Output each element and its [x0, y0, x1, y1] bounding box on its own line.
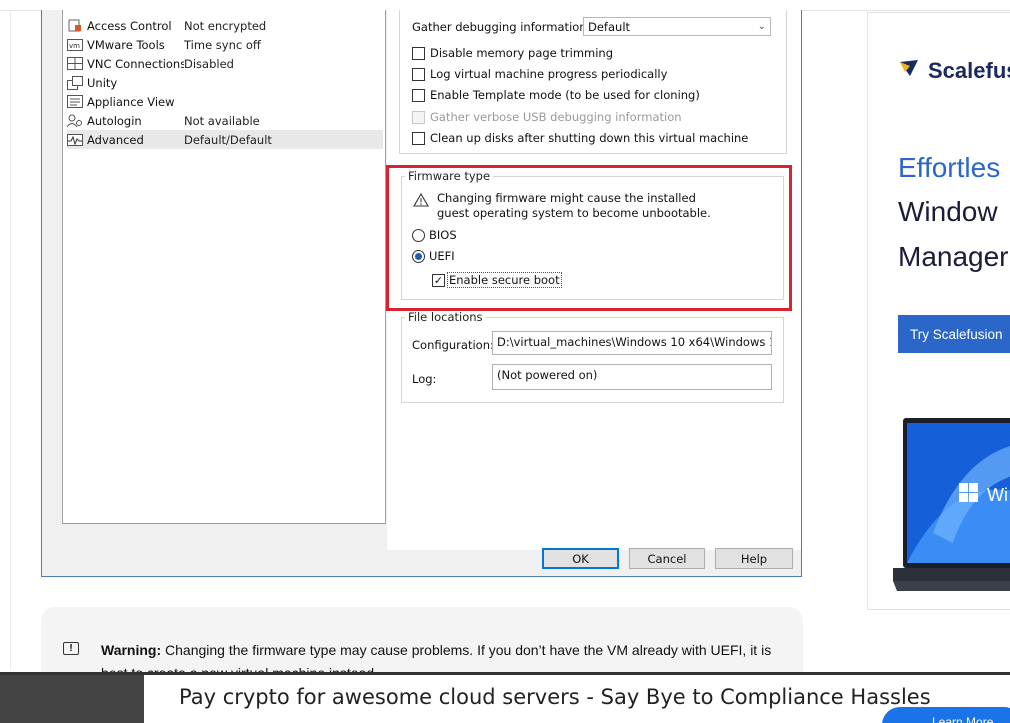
ok-button[interactable]: OK: [542, 548, 619, 569]
log-progress-checkbox[interactable]: Log virtual machine progress periodicall…: [412, 67, 667, 81]
hardware-name: Unity: [87, 75, 118, 90]
banner-image: [0, 675, 144, 723]
banner-text: Pay crypto for awesome cloud servers - S…: [179, 685, 931, 709]
log-label: Log:: [412, 372, 437, 386]
checkbox-box: [412, 110, 425, 124]
help-button[interactable]: Help: [715, 548, 793, 569]
scalefusion-logo-icon: [898, 58, 920, 84]
checkbox-label: Gather verbose USB debugging information: [430, 110, 682, 124]
hardware-summary: Default/Default: [184, 132, 272, 147]
ad-headline-line2: Window: [898, 196, 998, 227]
vmware-tools-icon: vm: [67, 38, 83, 52]
hardware-row-autologin[interactable]: Autologin Not available: [67, 111, 383, 130]
unity-icon: [67, 75, 83, 90]
hardware-row-unity[interactable]: Unity: [67, 73, 383, 92]
laptop-screen-text: Wi: [987, 485, 1008, 505]
hardware-row-advanced[interactable]: Advanced Default/Default: [67, 130, 383, 149]
warning-label: Warning:: [101, 642, 162, 658]
ad-sidebar[interactable]: Scalefus Effortles Window Manager Try Sc…: [867, 12, 1010, 610]
ad-brand-name: Scalefus: [928, 58, 1010, 83]
laptop-image: Wi: [893, 413, 1010, 593]
hardware-row-access-control[interactable]: Access Control Not encrypted: [67, 16, 383, 35]
cleanup-disks-checkbox[interactable]: Clean up disks after shutting down this …: [412, 131, 748, 145]
hardware-row-vnc-connections[interactable]: VNC Connections Disabled: [67, 54, 383, 73]
hardware-name: Access Control: [87, 18, 172, 33]
debug-info-label: Gather debugging information:: [412, 20, 591, 34]
appliance-view-icon: [67, 95, 83, 109]
hardware-summary: Not available: [184, 113, 260, 128]
highlight-box: [386, 165, 792, 311]
file-locations-title: File locations: [405, 310, 486, 324]
hardware-name: Autologin: [87, 113, 142, 128]
autologin-icon: [67, 114, 83, 128]
vnc-connections-icon: [67, 57, 83, 71]
ad-headline-line3: Manager: [898, 241, 1009, 272]
access-control-icon: [67, 19, 83, 33]
hardware-list: Access Control Not encrypted vm VMware T…: [62, 10, 386, 524]
checkbox-box: [412, 67, 425, 81]
configuration-label: Configuration:: [412, 338, 494, 352]
disable-memory-trimming-checkbox[interactable]: Disable memory page trimming: [412, 46, 613, 60]
hardware-name: Appliance View: [87, 94, 175, 109]
hardware-summary: Time sync off: [184, 37, 261, 52]
log-field[interactable]: (Not powered on): [492, 364, 772, 390]
learn-more-button[interactable]: Learn More: [882, 707, 1010, 723]
checkbox-box: [412, 131, 425, 145]
ad-logo[interactable]: Scalefus: [898, 58, 1010, 84]
checkbox-label: Log virtual machine progress periodicall…: [430, 67, 668, 81]
hardware-name: VMware Tools: [87, 37, 165, 52]
debug-info-value: Default: [588, 19, 631, 34]
checkbox-label: Enable Template mode (to be used for clo…: [430, 88, 700, 102]
template-mode-checkbox[interactable]: Enable Template mode (to be used for clo…: [412, 88, 700, 102]
checkbox-box: [412, 46, 425, 60]
alert-icon: !: [63, 642, 79, 655]
chevron-down-icon: ⌄: [757, 21, 766, 32]
bottom-ad-banner[interactable]: Pay crypto for awesome cloud servers - S…: [0, 672, 1010, 723]
hardware-row-vmware-tools[interactable]: vm VMware Tools Time sync off: [67, 35, 383, 54]
checkbox-label: Clean up disks after shutting down this …: [430, 131, 749, 145]
file-locations-group: [401, 317, 784, 403]
hardware-name: VNC Connections: [87, 56, 184, 71]
usb-debug-checkbox: Gather verbose USB debugging information: [412, 110, 682, 124]
hardware-row-appliance-view[interactable]: Appliance View: [67, 92, 383, 111]
hardware-summary: Disabled: [184, 56, 234, 71]
advanced-icon: [67, 133, 83, 147]
hardware-name: Advanced: [87, 132, 144, 147]
hardware-summary: Not encrypted: [184, 18, 267, 33]
checkbox-label: Disable memory page trimming: [430, 46, 614, 60]
configuration-field[interactable]: D:\virtual_machines\Windows 10 x64\Windo…: [492, 331, 772, 355]
debug-info-select[interactable]: Default ⌄: [583, 17, 771, 36]
ad-headline-line1: Effortles: [898, 152, 1001, 183]
svg-text:vm: vm: [69, 42, 80, 50]
cancel-button[interactable]: Cancel: [629, 548, 705, 569]
ad-cta-button[interactable]: Try Scalefusion: [898, 315, 1010, 353]
checkbox-box: [412, 88, 425, 102]
left-divider: [10, 10, 11, 670]
